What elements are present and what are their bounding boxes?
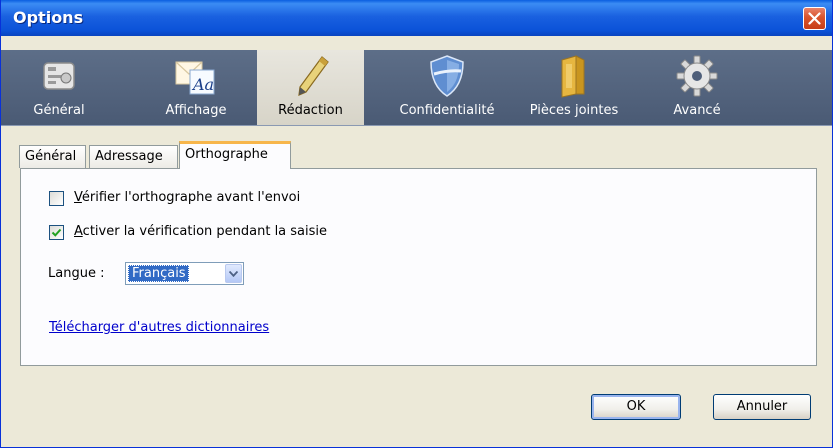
pane-advanced-label: Avancé xyxy=(673,103,721,118)
spelling-panel: Vérifier l'orthographe avant l'envoi Act… xyxy=(20,168,817,366)
language-label: Langue : xyxy=(48,266,104,281)
language-label-mnemonic: g xyxy=(71,266,80,281)
close-button[interactable] xyxy=(803,7,826,30)
folder-icon xyxy=(561,55,585,98)
check-while-typing-label: Activer la vérification pendant la saisi… xyxy=(74,224,327,239)
title-bar[interactable]: Options xyxy=(1,0,832,36)
pane-display-label: Affichage xyxy=(165,103,227,118)
pane-privacy[interactable]: Confidentialité xyxy=(389,50,505,125)
close-icon xyxy=(808,12,821,25)
pane-attachments[interactable]: Pièces jointes xyxy=(518,50,630,125)
preferences-toolbar: Général Aa Affichage Rédaction Confident… xyxy=(1,50,832,126)
chevron-down-icon xyxy=(229,271,238,277)
pen-icon xyxy=(297,56,329,96)
language-dropdown-button[interactable] xyxy=(225,264,242,283)
tab-addressing[interactable]: Adressage xyxy=(89,145,178,168)
tab-spelling-label: Orthographe xyxy=(185,147,268,162)
check-while-typing-mnemonic: A xyxy=(74,224,83,239)
check-while-typing-checkbox[interactable] xyxy=(49,225,64,240)
svg-text:Aa: Aa xyxy=(191,75,214,94)
language-select[interactable]: Français xyxy=(125,262,244,285)
options-dialog: Options Général Aa Affichage Rédaction C… xyxy=(0,0,833,448)
check-before-send-label: Vérifier l'orthographe avant l'envoi xyxy=(74,190,300,205)
check-before-send-text: érifier l'orthographe avant l'envoi xyxy=(81,190,301,205)
pane-composition[interactable]: Rédaction xyxy=(257,50,364,125)
window-title: Options xyxy=(13,8,84,27)
pane-composition-label: Rédaction xyxy=(278,103,343,118)
tab-spelling[interactable]: Orthographe xyxy=(179,141,291,169)
tab-addressing-label: Adressage xyxy=(95,149,163,164)
gear-icon xyxy=(676,55,718,97)
shield-icon xyxy=(430,55,464,97)
checkmark-icon xyxy=(51,228,62,237)
pane-general[interactable]: Général xyxy=(23,50,95,125)
pane-advanced[interactable]: Avancé xyxy=(656,50,738,125)
check-while-typing-text: ctiver la vérification pendant la saisie xyxy=(82,224,328,239)
language-label-post: ue : xyxy=(79,266,105,281)
check-before-send-mnemonic: V xyxy=(74,190,82,205)
tab-general[interactable]: Général xyxy=(19,145,86,168)
check-before-send-checkbox[interactable] xyxy=(49,191,64,206)
ok-button[interactable]: OK xyxy=(591,394,681,420)
general-icon xyxy=(43,62,75,90)
cancel-button[interactable]: Annuler xyxy=(713,394,811,420)
download-dictionaries-link[interactable]: Télécharger d'autres dictionnaires xyxy=(49,320,269,335)
display-icon: Aa xyxy=(175,61,215,95)
language-label-pre: Lan xyxy=(48,266,72,281)
language-select-value: Français xyxy=(128,265,189,282)
pane-general-label: Général xyxy=(33,103,85,118)
pane-attachments-label: Pièces jointes xyxy=(529,103,619,118)
pane-privacy-label: Confidentialité xyxy=(399,103,495,118)
pane-display[interactable]: Aa Affichage xyxy=(153,50,239,125)
tab-general-label: Général xyxy=(25,149,77,164)
